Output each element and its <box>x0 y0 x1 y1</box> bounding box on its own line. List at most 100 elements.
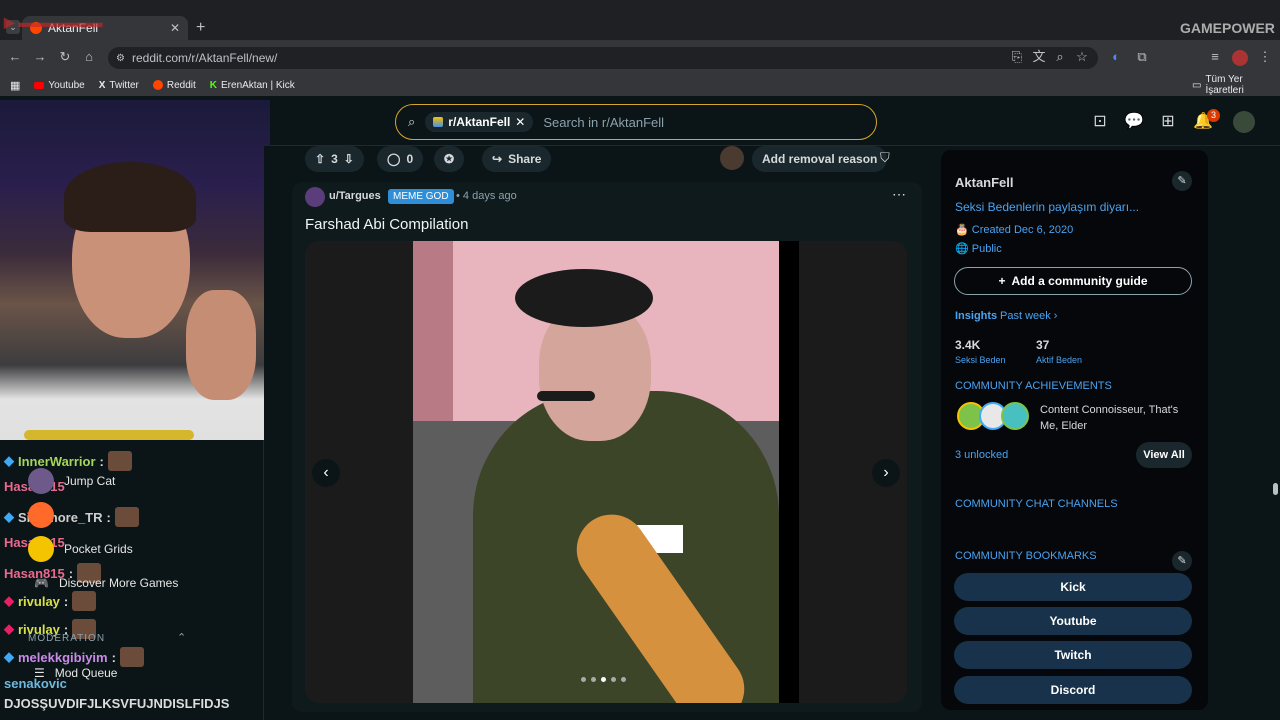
pocket-grids-icon <box>28 536 54 562</box>
badge-icon: ◆ <box>4 453 14 468</box>
game-icon <box>28 502 54 528</box>
achievements-text: Content Connoisseur, That's Me, Elder <box>1040 404 1179 432</box>
chat-message: ◆ melekkgibiyim: <box>4 647 144 667</box>
chat-message: ◆ Sinomore_TR: <box>4 507 139 527</box>
post-title[interactable]: Farshad Abi Compilation <box>305 216 468 233</box>
nav-pocket-grids[interactable]: Pocket Grids <box>28 536 133 562</box>
share-icon: ↪ <box>492 152 503 166</box>
bookmark-twitter[interactable]: X Twitter <box>99 80 139 91</box>
badge-icon: ◆ <box>4 621 14 636</box>
site-info-icon[interactable]: ⚙ <box>116 53 125 64</box>
bookmark-link-discord[interactable]: Discord <box>954 676 1192 704</box>
reddit-icon <box>152 80 163 90</box>
vote-pill[interactable]: ⇧ 3 ⇩ <box>305 146 364 172</box>
stat-active-value: 37 <box>1036 338 1050 352</box>
home-icon[interactable]: ⌂ <box>80 48 98 66</box>
nav-mod-queue[interactable]: ☰ Mod Queue <box>34 666 117 680</box>
edit-icon[interactable]: ✎ <box>1172 171 1192 191</box>
forward-icon[interactable]: → <box>31 48 49 66</box>
bookmark-link-kick[interactable]: Kick <box>954 573 1192 601</box>
plus-icon: + <box>998 274 1006 288</box>
bookmark-link-youtube[interactable]: Youtube <box>954 607 1192 635</box>
community-chip[interactable]: r/AktanFell ✕ <box>425 112 534 132</box>
view-all-button[interactable]: View All <box>1136 442 1192 468</box>
install-icon[interactable]: ⎘ <box>1008 48 1026 66</box>
badge-icon: ◆ <box>4 649 14 664</box>
bookmark-youtube[interactable]: Youtube <box>34 80 85 91</box>
jump-cat-icon <box>28 468 54 494</box>
gallery-dot[interactable] <box>591 677 596 682</box>
chevron-up-icon[interactable]: ⌃ <box>177 631 186 644</box>
streamer-webcam <box>0 100 270 440</box>
bookmark-reddit[interactable]: Reddit <box>152 80 196 91</box>
add-removal-reason-button[interactable]: Add removal reason <box>752 146 888 172</box>
share-button[interactable]: ↪ Share <box>482 146 552 172</box>
close-tab-icon[interactable]: ✕ <box>170 21 180 35</box>
post-menu-icon[interactable]: ⋯ <box>892 186 906 203</box>
comments-button[interactable]: ◯ 0 <box>377 146 424 172</box>
gallery-prev-button[interactable]: ‹ <box>312 459 340 487</box>
chat-channels-heading: COMMUNITY CHAT CHANNELS <box>955 498 1118 510</box>
profile-avatar[interactable] <box>1232 50 1248 66</box>
shield-icon[interactable]: ⛉ <box>880 150 890 166</box>
gallery-dot[interactable] <box>581 677 586 682</box>
create-post-icon[interactable]: ⊞ <box>1158 112 1178 132</box>
post-time: • 4 days ago <box>456 190 517 202</box>
insights-period[interactable]: Past week › <box>1000 310 1057 322</box>
reload-icon[interactable]: ↻ <box>56 48 74 66</box>
bookmark-kick[interactable]: K ErenAktan | Kick <box>210 80 295 91</box>
award-button[interactable]: ✪ <box>434 146 465 172</box>
visibility: 🌐 Public <box>955 243 1002 255</box>
all-bookmarks[interactable]: ▭ Tüm Yer İşaretleri <box>1192 74 1280 96</box>
menu-dots-icon[interactable]: ⋮ <box>1256 48 1274 66</box>
upvote-icon[interactable]: ⇧ <box>315 152 325 166</box>
apps-grid-icon[interactable]: ▦ <box>10 79 20 92</box>
nav-jump-cat[interactable]: Jump Cat <box>28 468 115 494</box>
community-description: Seksi Bedenlerin paylaşım diyarı... <box>955 200 1140 214</box>
image-beret <box>515 269 653 327</box>
streamer-hand <box>186 290 256 400</box>
extension-icon[interactable]: ◐ <box>1107 48 1125 66</box>
edit-bookmarks-icon[interactable]: ✎ <box>1172 551 1192 571</box>
x-icon: X <box>98 79 106 91</box>
gallery-dot-active[interactable] <box>601 677 606 682</box>
advertise-icon[interactable]: ⊡ <box>1090 112 1110 132</box>
add-community-guide-button[interactable]: + Add a community guide <box>954 267 1192 295</box>
gallery-next-button[interactable]: › <box>872 459 900 487</box>
author-avatar[interactable] <box>305 187 325 207</box>
gallery-dot[interactable] <box>621 677 626 682</box>
queue-icon: ☰ <box>34 666 45 680</box>
nav-discover-games[interactable]: 🎮 Discover More Games <box>34 576 178 590</box>
address-bar[interactable]: ⚙ reddit.com/r/AktanFell/new/ <box>108 47 1098 69</box>
cake-icon: 🎂 <box>955 224 969 236</box>
zoom-icon[interactable]: ⌕ <box>1051 48 1069 66</box>
search-icon: ⌕ <box>408 114 416 129</box>
reading-list-icon[interactable]: ≡ <box>1206 48 1224 66</box>
folder-icon: ▭ <box>1192 79 1202 91</box>
unlocked-count: 3 unlocked <box>955 449 1009 461</box>
user-avatar[interactable] <box>1233 111 1255 133</box>
image-letterbox <box>779 241 799 703</box>
bookmark-link-twitch[interactable]: Twitch <box>954 641 1192 669</box>
bookmark-star-icon[interactable]: ☆ <box>1073 48 1091 66</box>
nav-sinomore[interactable] <box>28 502 54 528</box>
scrollbar-thumb[interactable] <box>1273 483 1278 495</box>
gallery-dot[interactable] <box>611 677 616 682</box>
translate-icon[interactable]: 文 <box>1030 48 1048 66</box>
gallery-image <box>413 241 779 703</box>
search-bar[interactable]: ⌕ r/AktanFell ✕ Search in r/AktanFell <box>395 104 877 140</box>
chat-message: ◆ rivulay: <box>4 591 97 611</box>
puzzle-icon[interactable]: ⧉ <box>1133 48 1151 66</box>
post-author[interactable]: u/Targues <box>329 190 381 202</box>
globe-icon: 🌐 <box>955 243 969 255</box>
chip-close-icon[interactable]: ✕ <box>515 115 525 129</box>
page-scrollbar[interactable] <box>1270 146 1280 720</box>
community-name: AktanFell <box>955 175 1014 190</box>
chat-icon[interactable]: 💬 <box>1124 112 1144 132</box>
new-tab-button[interactable]: + <box>196 19 205 37</box>
gamepad-icon: 🎮 <box>34 576 49 590</box>
back-icon[interactable]: ← <box>6 48 24 66</box>
downvote-icon[interactable]: ⇩ <box>344 152 354 166</box>
stat-members-label: Seksi Beden <box>955 355 1006 365</box>
url-text: reddit.com/r/AktanFell/new/ <box>132 51 278 65</box>
